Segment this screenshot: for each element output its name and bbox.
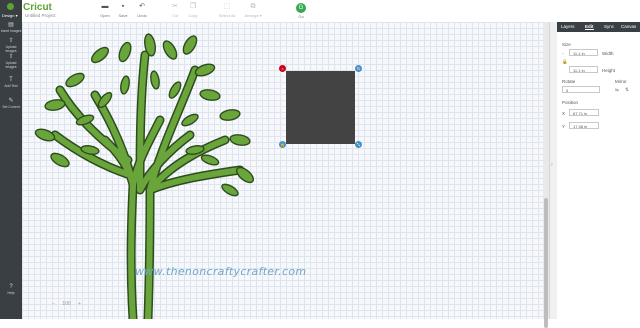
mirror-label: Mirror	[615, 79, 627, 84]
sidebar-item-upload-images-label: Upload Images	[5, 45, 17, 53]
zoom-in-icon[interactable]: +	[78, 301, 81, 307]
select-all-icon: ⬚	[223, 3, 231, 10]
design-menu-label: Design ▾	[2, 13, 18, 18]
sidebar-item-help-icon: ?	[9, 284, 13, 290]
height-label: Height	[602, 68, 616, 73]
arrange-button: ⧉ Arrange ▾	[242, 2, 264, 20]
project-title: Untitled Project	[25, 13, 56, 18]
sidebar-item-insert-images-label: Insert Images	[0, 29, 22, 33]
select-all-button-label: Select All	[218, 13, 236, 18]
zoom-level: 100	[62, 301, 71, 307]
select-all-button: ⬚ Select All	[216, 2, 238, 20]
sidebar-item-insert-images-icon: ▤	[8, 22, 14, 28]
undo-button-label: Undo	[137, 13, 147, 18]
collapse-chevron-icon[interactable]: ›	[551, 162, 553, 168]
x-label: X	[562, 111, 566, 116]
size-label: Size	[562, 42, 571, 47]
tab-layers[interactable]: Layers	[561, 24, 575, 29]
zoom-control[interactable]: − 100 +	[52, 301, 81, 307]
tab-canvas[interactable]: Canvas	[621, 24, 636, 29]
watermark-text: www.thenoncraftycrafter.com	[135, 265, 307, 278]
sidebar-item-upload-images-icon: ⇧	[8, 38, 14, 44]
width-input[interactable]: 11.1 in	[569, 49, 598, 56]
size-lock-icon[interactable]: 🔒	[562, 59, 568, 65]
sidebar-item-help-label: Help	[7, 291, 15, 295]
sidebar-item-upload-images-2-icon: ⇧	[8, 54, 14, 60]
go-label: Go	[298, 14, 304, 19]
width-label: Width	[602, 51, 614, 56]
sidebar-item-add-text-label: Add Text	[4, 84, 18, 88]
scrollbar-thumb[interactable]	[544, 198, 548, 328]
zoom-out-icon[interactable]: −	[52, 301, 55, 307]
sidebar-item-set-current[interactable]: ✎ Set Current	[0, 98, 22, 109]
top-toolbar: Design ▾ Cricut Untitled Project ▬ Open ▪ S…	[0, 0, 640, 23]
lock-handle-icon[interactable]: 🔒	[279, 141, 286, 148]
go-button[interactable]: G	[296, 3, 306, 13]
cricut-logo: Cricut	[23, 2, 52, 13]
arrange-icon: ⧉	[250, 3, 256, 10]
go-icon: G	[298, 5, 304, 11]
sidebar-item-set-current-label: Set Current	[2, 105, 20, 109]
left-sidebar: ▤ Insert Images ⇧ Upload Images ⇧ Upload Imag…	[0, 22, 22, 319]
undo-icon: ↶	[139, 3, 145, 10]
delete-handle-icon[interactable]: ×	[279, 65, 286, 72]
rotate-input[interactable]: 0	[562, 86, 600, 93]
scale-handle-icon[interactable]: ⤡	[355, 141, 362, 148]
design-menu-button[interactable]: Design ▾	[0, 0, 22, 22]
y-position-input[interactable]: 17.38 in	[569, 122, 599, 129]
mirror-vertical-icon[interactable]: ⇅	[625, 87, 629, 93]
rotate-label: Rotate	[562, 79, 576, 84]
copy-button-label: Copy	[188, 13, 198, 18]
y-label: Y	[562, 124, 566, 129]
rotate-handle-icon[interactable]: ↻	[355, 65, 362, 72]
panel-tabs: Layers Edit Sync Canvas	[557, 22, 640, 32]
sidebar-item-insert-images[interactable]: ▤ Insert Images	[0, 22, 22, 33]
edit-panel: Layers Edit Sync Canvas Size ⌐ 11.1 in Widt…	[557, 22, 640, 319]
arrange-button-label: Arrange ▾	[244, 13, 262, 18]
selected-square-shape[interactable]	[286, 71, 355, 144]
cricut-leaf-icon	[7, 3, 14, 10]
width-lock-icon: ⌐	[562, 51, 565, 56]
copy-icon: ❐	[189, 3, 197, 10]
mirror-horizontal-icon[interactable]: ⇋	[615, 87, 619, 93]
tab-edit[interactable]: Edit	[585, 24, 594, 30]
position-label: Position	[562, 100, 579, 105]
sidebar-item-add-text[interactable]: T Add Text	[0, 77, 22, 88]
copy-button: ❐ Copy	[182, 2, 204, 20]
sidebar-item-help[interactable]: ? Help	[0, 284, 22, 295]
sidebar-item-upload-images-2-label: Upload Images	[5, 61, 17, 69]
undo-button[interactable]: ↶ Undo	[131, 2, 153, 20]
sidebar-item-set-current-icon: ✎	[8, 98, 14, 104]
tab-sync[interactable]: Sync	[604, 24, 614, 29]
sidebar-item-upload-images[interactable]: ⇧ Upload Images	[0, 38, 22, 53]
sidebar-item-add-text-icon: T	[9, 77, 13, 83]
height-input[interactable]: 11.1 in	[569, 66, 598, 73]
x-position-input[interactable]: 67.71 in	[569, 109, 599, 116]
sidebar-item-upload-images-2[interactable]: ⇧ Upload Images	[0, 54, 22, 69]
